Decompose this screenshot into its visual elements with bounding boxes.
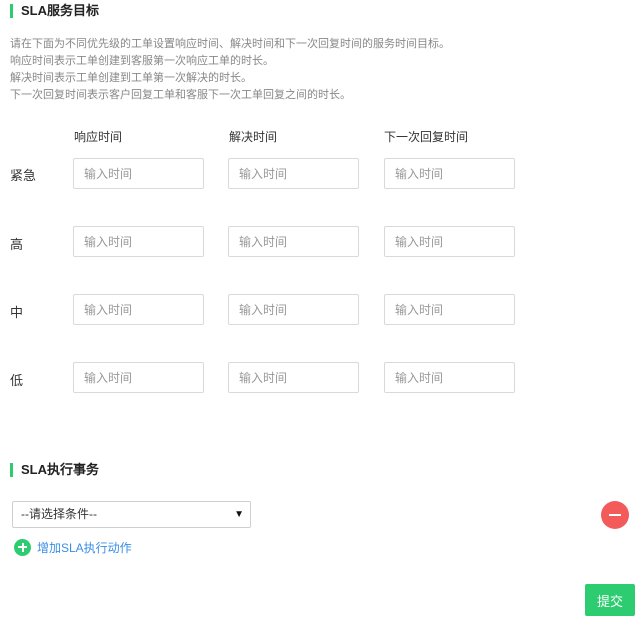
condition-select-value: --请选择条件-- [21, 507, 97, 521]
condition-select[interactable]: --请选择条件-- ▼ [12, 501, 251, 528]
add-sla-action-button[interactable]: 增加SLA执行动作 [14, 538, 132, 556]
urgent-resolve-time-input[interactable] [228, 158, 359, 189]
column-header-response-time: 响应时间 [74, 130, 123, 144]
priority-label-urgent: 紧急 [10, 168, 37, 183]
plus-circle-icon [14, 538, 31, 556]
description-line: 请在下面为不同优先级的工单设置响应时间、解决时间和下一次回复时间的服务时间目标。 [10, 38, 450, 50]
medium-response-time-input[interactable] [73, 294, 204, 325]
urgent-next-reply-time-input[interactable] [384, 158, 515, 189]
high-next-reply-time-input[interactable] [384, 226, 515, 257]
submit-button[interactable]: 提交 [585, 584, 635, 616]
medium-next-reply-time-input[interactable] [384, 294, 515, 325]
remove-condition-button[interactable] [601, 501, 629, 529]
high-response-time-input[interactable] [73, 226, 204, 257]
description-line: 下一次回复时间表示客户回复工单和客服下一次工单回复之间的时长。 [10, 89, 351, 101]
caret-down-icon: ▼ [234, 509, 244, 520]
high-resolve-time-input[interactable] [228, 226, 359, 257]
low-next-reply-time-input[interactable] [384, 362, 515, 393]
minus-circle-icon [609, 514, 621, 516]
priority-label-high: 高 [10, 237, 24, 252]
priority-label-low: 低 [10, 373, 24, 388]
low-response-time-input[interactable] [73, 362, 204, 393]
priority-label-medium: 中 [10, 305, 24, 320]
column-header-resolve-time: 解决时间 [229, 130, 278, 144]
sla-goal-title: SLA服务目标 [10, 4, 99, 18]
description-line: 解决时间表示工单创建到工单第一次解决的时长。 [10, 72, 252, 84]
urgent-response-time-input[interactable] [73, 158, 204, 189]
sla-goal-description: 请在下面为不同优先级的工单设置响应时间、解决时间和下一次回复时间的服务时间目标。… [10, 36, 610, 104]
column-header-next-reply-time: 下一次回复时间 [384, 130, 469, 144]
add-sla-action-label: 增加SLA执行动作 [37, 540, 132, 555]
sla-actions-title: SLA执行事务 [10, 463, 99, 477]
description-line: 响应时间表示工单创建到客服第一次响应工单的时长。 [10, 55, 274, 67]
medium-resolve-time-input[interactable] [228, 294, 359, 325]
low-resolve-time-input[interactable] [228, 362, 359, 393]
